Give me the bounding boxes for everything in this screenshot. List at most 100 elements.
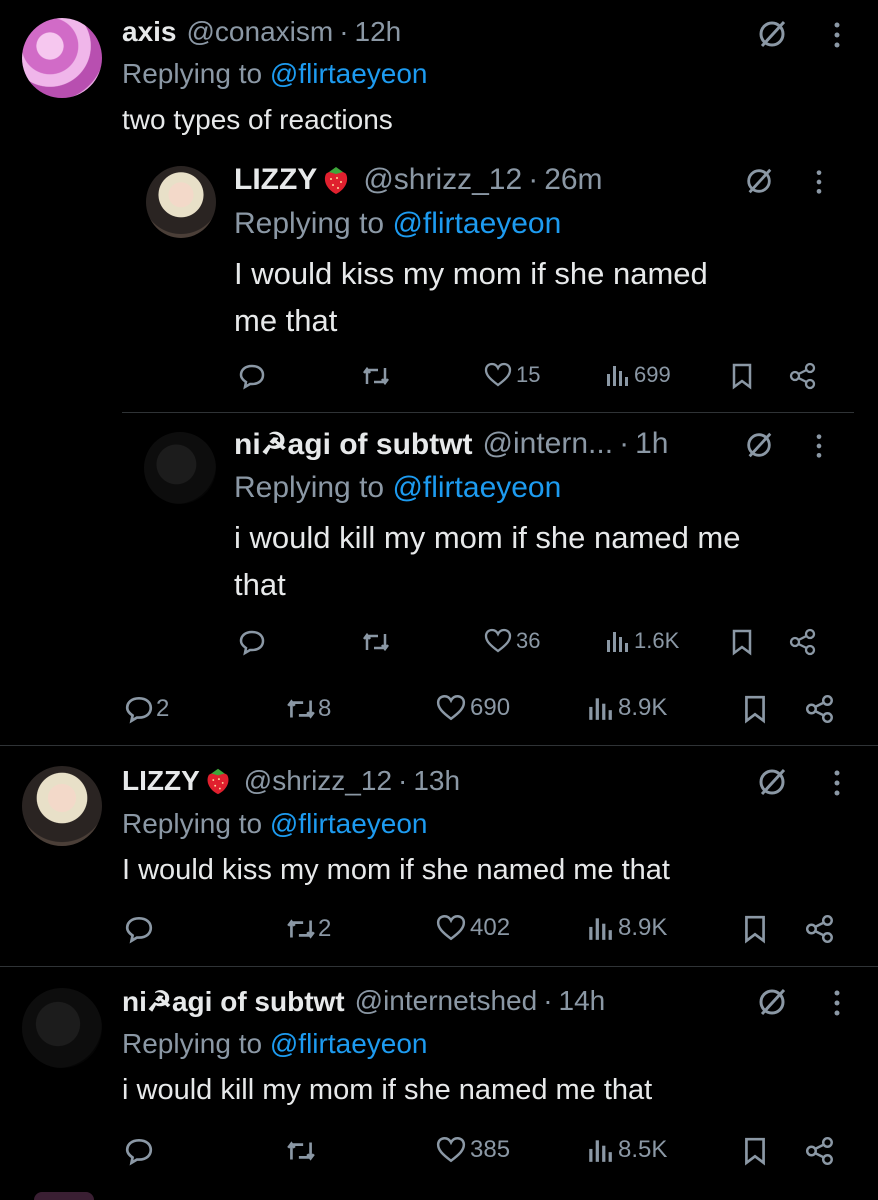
tweet-text-line: I would kiss my mom if she named bbox=[234, 256, 708, 291]
separator: · bbox=[339, 16, 349, 47]
views-button[interactable]: 1.6K bbox=[604, 628, 679, 654]
views-button[interactable]: 699 bbox=[604, 362, 671, 388]
bookmark-button[interactable] bbox=[742, 1136, 768, 1166]
views-button[interactable]: 8.9K bbox=[586, 914, 667, 942]
mention-link[interactable]: @flirtaeyeon bbox=[270, 1028, 428, 1060]
retweet-button[interactable]: 8 bbox=[284, 694, 331, 724]
bookmark-button[interactable] bbox=[742, 914, 768, 944]
timestamp[interactable]: 14h bbox=[559, 985, 606, 1017]
mention-link[interactable]: @flirtaeyeon bbox=[392, 207, 561, 241]
views-count: 699 bbox=[634, 362, 671, 387]
reply-bubble-icon bbox=[125, 696, 153, 724]
more-vertical-icon[interactable] bbox=[832, 988, 842, 1018]
mention-link[interactable]: @flirtaeyeon bbox=[270, 808, 428, 840]
timestamp[interactable]: 26m bbox=[544, 163, 602, 197]
user-handle[interactable]: @shrizz_12 bbox=[363, 163, 522, 197]
views-bars-icon bbox=[607, 632, 628, 652]
retweet-button[interactable] bbox=[360, 628, 392, 656]
replying-to-label: Replying to bbox=[122, 808, 270, 839]
timestamp[interactable]: 13h bbox=[413, 765, 460, 797]
more-vertical-icon[interactable] bbox=[814, 168, 824, 196]
display-name[interactable]: ni☭agi of subtwt bbox=[234, 427, 473, 462]
avatar[interactable] bbox=[22, 766, 102, 846]
share-button[interactable] bbox=[804, 1136, 836, 1166]
replying-to-label: Replying to bbox=[234, 471, 393, 504]
like-count: 402 bbox=[470, 914, 511, 941]
user-handle[interactable]: @shrizz_12 bbox=[244, 765, 392, 797]
grok-slash-icon[interactable] bbox=[744, 430, 774, 460]
bookmark-button[interactable] bbox=[742, 694, 768, 724]
retweet-button[interactable] bbox=[284, 1136, 318, 1166]
avatar[interactable] bbox=[144, 432, 216, 504]
like-button[interactable]: 15 bbox=[484, 362, 540, 388]
separator: · bbox=[398, 765, 408, 796]
share-button[interactable] bbox=[788, 362, 818, 390]
more-vertical-icon[interactable] bbox=[832, 20, 842, 50]
grok-slash-icon[interactable] bbox=[756, 18, 788, 50]
bookmark-icon bbox=[745, 915, 765, 944]
reply-button[interactable]: 2 bbox=[124, 694, 169, 724]
heart-icon bbox=[436, 914, 466, 941]
views-count: 8.9K bbox=[618, 914, 668, 941]
replying-to-label: Replying to bbox=[122, 58, 270, 89]
bookmark-icon bbox=[745, 1137, 765, 1166]
timestamp[interactable]: 1h bbox=[635, 427, 668, 461]
share-button[interactable] bbox=[788, 628, 818, 656]
retweet-icon bbox=[287, 1141, 315, 1161]
avatar[interactable] bbox=[22, 18, 102, 98]
retweet-button[interactable]: 2 bbox=[284, 914, 331, 944]
share-icon bbox=[789, 628, 816, 656]
tweet-text-line: that bbox=[234, 567, 286, 602]
heart-icon bbox=[484, 628, 512, 653]
reply-button[interactable] bbox=[238, 362, 266, 390]
bookmark-icon bbox=[732, 629, 752, 656]
divider bbox=[0, 745, 878, 746]
reply-count: 2 bbox=[156, 695, 170, 722]
views-count: 8.5K bbox=[618, 1136, 668, 1163]
display-name[interactable]: axis bbox=[122, 16, 177, 48]
like-count: 15 bbox=[516, 362, 541, 387]
retweet-button[interactable] bbox=[360, 362, 392, 390]
views-button[interactable]: 8.5K bbox=[586, 1136, 667, 1164]
reply-bubble-icon bbox=[239, 364, 265, 390]
share-icon bbox=[805, 1136, 833, 1166]
views-bars-icon bbox=[589, 1140, 612, 1162]
avatar[interactable] bbox=[22, 988, 102, 1068]
like-count: 690 bbox=[470, 694, 511, 721]
more-vertical-icon[interactable] bbox=[814, 432, 824, 460]
like-button[interactable]: 385 bbox=[436, 1136, 510, 1164]
share-button[interactable] bbox=[804, 914, 836, 944]
share-icon bbox=[789, 362, 816, 390]
like-button[interactable]: 36 bbox=[484, 628, 540, 654]
grok-slash-icon[interactable] bbox=[756, 766, 788, 798]
separator: · bbox=[528, 163, 539, 196]
mention-link[interactable]: @flirtaeyeon bbox=[392, 471, 561, 505]
separator: · bbox=[619, 427, 630, 460]
display-name[interactable]: LIZZY bbox=[234, 163, 317, 197]
reply-button[interactable] bbox=[238, 628, 266, 656]
views-button[interactable]: 8.9K bbox=[586, 694, 667, 722]
reply-button[interactable] bbox=[124, 1136, 154, 1166]
more-vertical-icon[interactable] bbox=[832, 768, 842, 798]
retweet-icon bbox=[287, 919, 315, 939]
like-button[interactable]: 402 bbox=[436, 914, 510, 942]
user-handle[interactable]: @intern... bbox=[483, 427, 614, 461]
bookmark-button[interactable] bbox=[730, 628, 754, 656]
user-handle[interactable]: @conaxism bbox=[187, 16, 334, 48]
retweet-count: 8 bbox=[318, 695, 332, 722]
grok-slash-icon[interactable] bbox=[756, 986, 788, 1018]
timestamp[interactable]: 12h bbox=[355, 16, 402, 48]
heart-icon bbox=[436, 694, 466, 721]
avatar[interactable] bbox=[146, 166, 216, 238]
mention-link[interactable]: @flirtaeyeon bbox=[270, 58, 428, 90]
grok-slash-icon[interactable] bbox=[744, 166, 774, 196]
bookmark-button[interactable] bbox=[730, 362, 754, 390]
bookmark-icon bbox=[745, 695, 765, 724]
share-button[interactable] bbox=[804, 694, 836, 724]
like-count: 385 bbox=[470, 1136, 511, 1163]
display-name[interactable]: ni☭agi of subtwt bbox=[122, 985, 345, 1018]
user-handle[interactable]: @internetshed bbox=[355, 985, 538, 1017]
like-button[interactable]: 690 bbox=[436, 694, 510, 722]
reply-button[interactable] bbox=[124, 914, 154, 944]
display-name[interactable]: LIZZY bbox=[122, 765, 200, 797]
